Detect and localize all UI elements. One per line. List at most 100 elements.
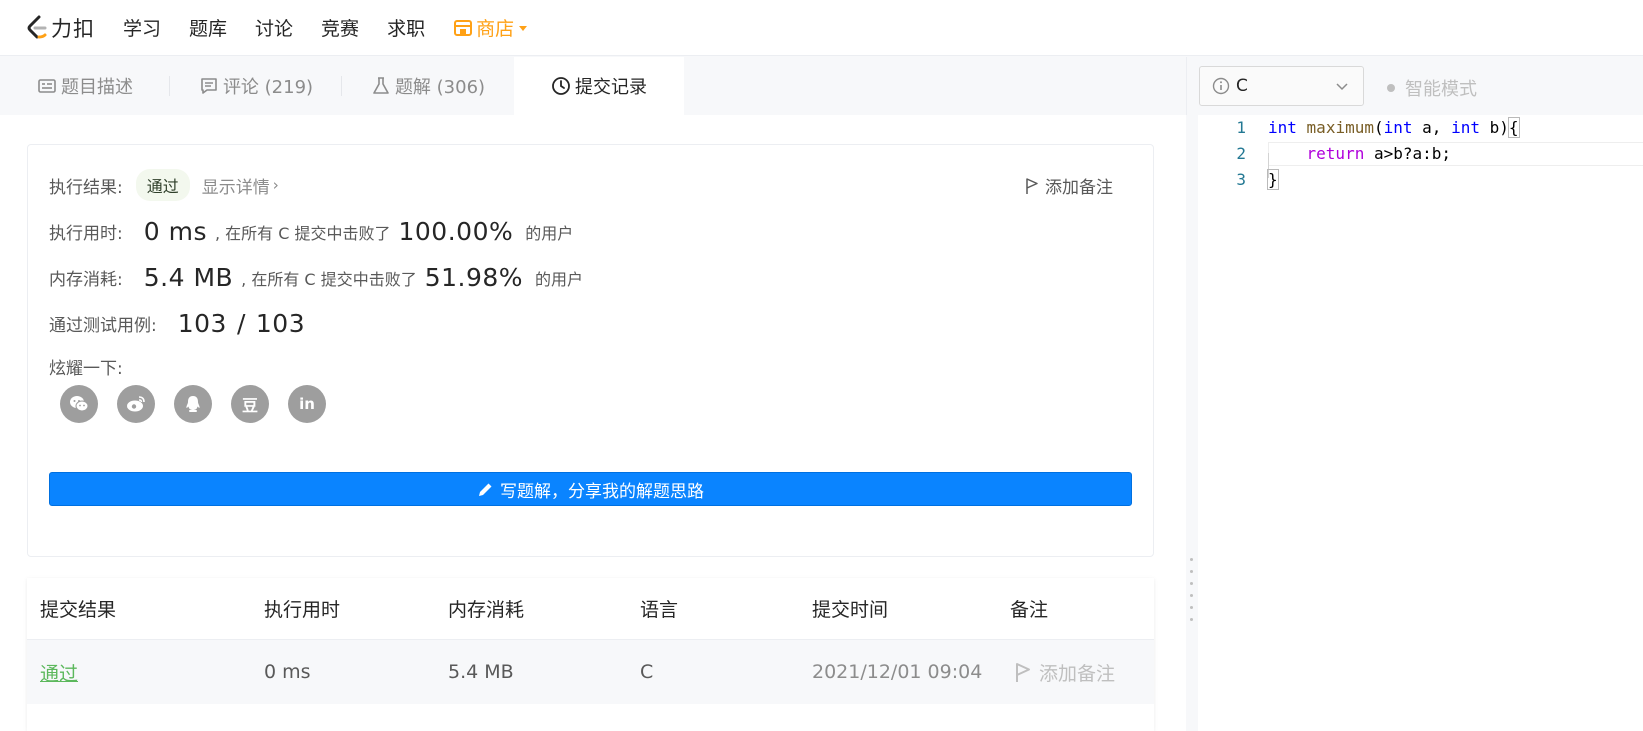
nav-contest[interactable]: 竞赛 bbox=[321, 14, 359, 41]
row-language: C bbox=[640, 661, 654, 683]
douban-glyph: 豆 bbox=[241, 396, 258, 415]
wechat-icon[interactable] bbox=[60, 385, 98, 423]
exec-result-row: 执行结果: 通过 显示详情 › bbox=[49, 169, 279, 201]
tab-submissions-label: 提交记录 bbox=[575, 77, 647, 98]
result-card: 执行结果: 通过 显示详情 › 添加备注 执行用时: 0 ms , 在所有 C … bbox=[27, 144, 1154, 557]
runtime-label: 执行用时: bbox=[49, 224, 123, 244]
flag-icon bbox=[1016, 663, 1030, 682]
testcases-label: 通过测试用例: bbox=[49, 316, 157, 336]
tab-solutions[interactable]: 题解 (306) bbox=[342, 57, 514, 115]
tab-solutions-label: 题解 (306) bbox=[394, 77, 486, 98]
table-header: 提交结果 执行用时 内存消耗 语言 提交时间 备注 bbox=[27, 578, 1154, 640]
clock-icon bbox=[552, 77, 570, 95]
row-add-note-button[interactable]: 添加备注 bbox=[1014, 640, 1115, 704]
tab-submissions[interactable]: 提交记录 bbox=[514, 57, 684, 115]
runtime-row: 执行用时: 0 ms , 在所有 C 提交中击败了 100.00% 的用户 bbox=[49, 217, 573, 246]
share-icons: 豆 in bbox=[60, 385, 345, 423]
submission-panel: 执行结果: 通过 显示详情 › 添加备注 执行用时: 0 ms , 在所有 C … bbox=[0, 115, 1186, 731]
nav-problems[interactable]: 题库 bbox=[189, 14, 227, 41]
linkedin-glyph: in bbox=[299, 395, 315, 413]
testcases-passed: 103 bbox=[177, 309, 227, 338]
row-memory: 5.4 MB bbox=[448, 661, 514, 683]
nav-store[interactable]: 商店 bbox=[453, 14, 528, 41]
col-language: 语言 bbox=[640, 599, 679, 621]
submissions-table: 提交结果 执行用时 内存消耗 语言 提交时间 备注 通过 0 ms 5.4 MB… bbox=[27, 578, 1154, 731]
logo[interactable]: 力扣 bbox=[26, 13, 106, 43]
row-submit-time: 2021/12/01 09:04 bbox=[812, 661, 983, 683]
panel-resize-handle[interactable] bbox=[1186, 115, 1198, 731]
add-note-label: 添加备注 bbox=[1045, 178, 1113, 198]
smart-mode-label: 智能模式 bbox=[1405, 79, 1477, 100]
code-line: 1 int maximum(int a, int b){ bbox=[1198, 115, 1643, 140]
memory-value: 5.4 MB bbox=[143, 263, 234, 292]
memory-beat-text: , 在所有 C 提交中击败了 bbox=[241, 269, 417, 289]
line-number: 3 bbox=[1236, 170, 1246, 189]
memory-users-suffix: 的用户 bbox=[535, 269, 584, 289]
linkedin-icon[interactable]: in bbox=[288, 385, 326, 423]
status-badge: 通过 bbox=[135, 169, 190, 201]
problem-tabs: 题目描述 评论 (219) 题解 (306) 提交记录 bbox=[0, 57, 1186, 115]
qq-icon[interactable] bbox=[174, 385, 212, 423]
row-status-link[interactable]: 通过 bbox=[40, 640, 78, 704]
runtime-percent: 100.00% bbox=[398, 217, 514, 246]
memory-row: 内存消耗: 5.4 MB , 在所有 C 提交中击败了 51.98% 的用户 bbox=[49, 263, 583, 292]
chevron-right-icon: › bbox=[272, 176, 279, 194]
tab-description-label: 题目描述 bbox=[61, 77, 133, 98]
nav-store-label: 商店 bbox=[476, 18, 515, 40]
show-details-label: 显示详情 bbox=[201, 177, 270, 198]
weibo-icon[interactable] bbox=[117, 385, 155, 423]
douban-icon[interactable]: 豆 bbox=[231, 385, 269, 423]
nav-discuss[interactable]: 讨论 bbox=[255, 14, 293, 41]
tab-comments-label: 评论 (219) bbox=[222, 77, 314, 98]
add-note-button[interactable]: 添加备注 bbox=[1024, 173, 1113, 198]
nav-learn[interactable]: 学习 bbox=[123, 14, 161, 41]
exec-result-label: 执行结果: bbox=[49, 177, 123, 198]
col-memory: 内存消耗 bbox=[448, 599, 525, 621]
write-solution-button[interactable]: 写题解，分享我的解题思路 bbox=[49, 472, 1132, 506]
runtime-users-suffix: 的用户 bbox=[525, 223, 574, 243]
write-solution-label: 写题解，分享我的解题思路 bbox=[500, 481, 704, 502]
share-label: 炫耀一下: bbox=[49, 359, 123, 379]
chevron-down-icon bbox=[1336, 83, 1348, 91]
tab-comments[interactable]: 评论 (219) bbox=[170, 57, 342, 115]
runtime-beat-text: , 在所有 C 提交中击败了 bbox=[214, 223, 391, 243]
pencil-icon bbox=[479, 483, 492, 496]
line-number: 1 bbox=[1236, 118, 1246, 137]
language-select[interactable]: C bbox=[1199, 66, 1364, 106]
language-select-value: C bbox=[1236, 76, 1248, 96]
drag-handle-icon bbox=[1190, 558, 1193, 630]
caret-down-icon bbox=[519, 26, 528, 31]
line-number: 2 bbox=[1236, 144, 1246, 163]
table-row[interactable]: 通过 0 ms 5.4 MB C 2021/12/01 09:04 添加备注 bbox=[27, 640, 1154, 704]
logo-text: 力扣 bbox=[51, 16, 95, 41]
col-status: 提交结果 bbox=[40, 599, 117, 621]
flag-icon bbox=[1026, 177, 1038, 194]
row-runtime: 0 ms bbox=[264, 661, 311, 683]
status-dot-icon bbox=[1387, 84, 1395, 92]
code-text: } bbox=[1267, 169, 1279, 190]
code-editor[interactable]: 1 int maximum(int a, int b){ 2 return a>… bbox=[1198, 115, 1643, 731]
tab-description[interactable]: 题目描述 bbox=[0, 57, 170, 115]
store-icon bbox=[454, 19, 473, 36]
description-icon bbox=[38, 79, 56, 93]
code-text: int maximum(int a, int b){ bbox=[1268, 117, 1520, 138]
leetcode-logo-icon bbox=[27, 15, 47, 38]
show-details-link[interactable]: 显示详情 › bbox=[202, 173, 279, 198]
col-runtime: 执行用时 bbox=[264, 599, 341, 621]
info-icon bbox=[1212, 77, 1230, 95]
comment-icon bbox=[201, 78, 217, 94]
code-line: 3 } bbox=[1198, 167, 1643, 192]
flask-icon bbox=[373, 77, 389, 94]
smart-mode-toggle[interactable]: 智能模式 bbox=[1387, 75, 1477, 101]
code-text: return a>b?a:b; bbox=[1306, 144, 1452, 163]
code-line: 2 return a>b?a:b; bbox=[1198, 141, 1643, 166]
runtime-value: 0 ms bbox=[143, 217, 207, 246]
col-submit-time: 提交时间 bbox=[812, 599, 889, 621]
testcases-separator: / bbox=[236, 309, 246, 338]
testcases-total: 103 bbox=[255, 309, 306, 338]
share-row: 炫耀一下: bbox=[49, 354, 123, 379]
nav-jobs[interactable]: 求职 bbox=[387, 14, 425, 41]
editor-toolbar: C 智能模式 bbox=[1186, 57, 1643, 115]
col-note: 备注 bbox=[1010, 599, 1049, 621]
row-add-note-label: 添加备注 bbox=[1039, 662, 1116, 685]
